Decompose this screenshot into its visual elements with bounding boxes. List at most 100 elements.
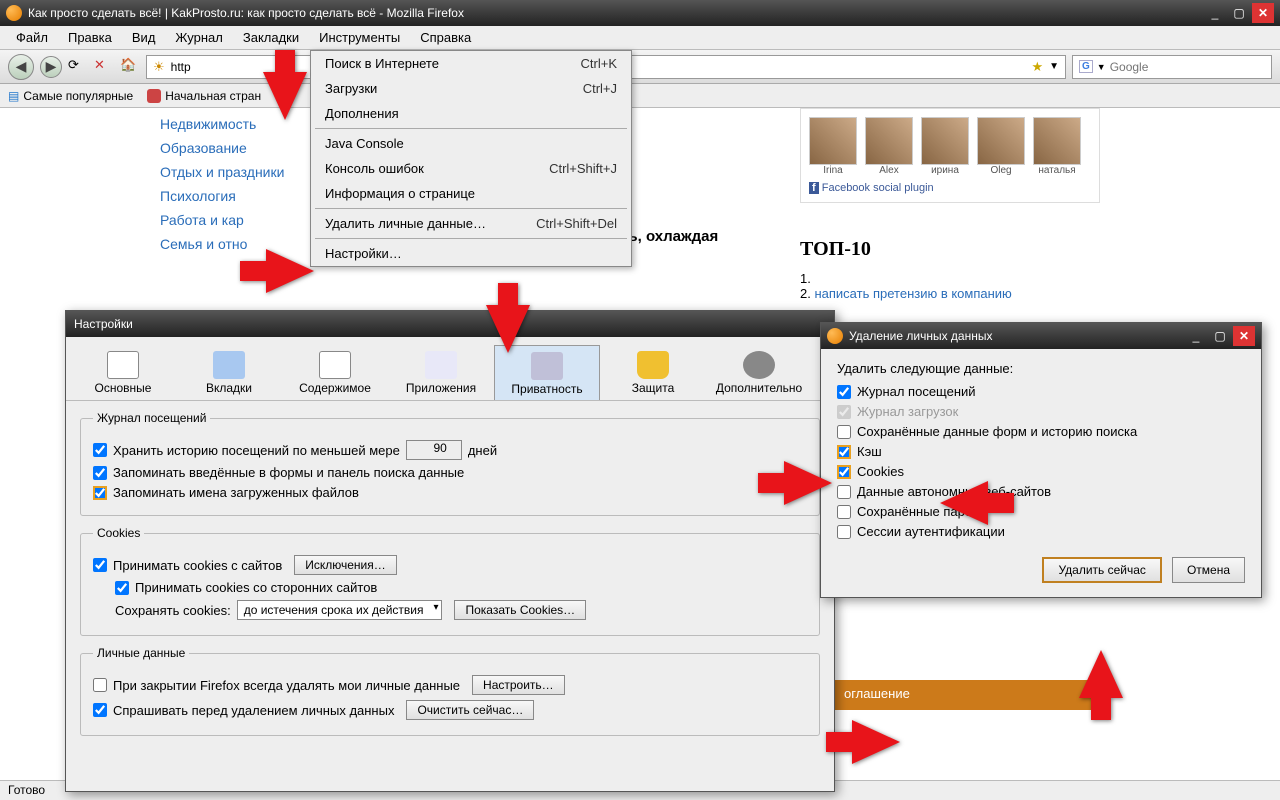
tutorial-arrow-icon (940, 481, 988, 525)
avatar[interactable]: Oleg (977, 117, 1025, 176)
exceptions-button[interactable]: Исключения… (294, 555, 397, 575)
cb-ask-before-clear[interactable] (93, 703, 107, 717)
settings-tabs: ОсновныеВкладкиСодержимоеПриложенияПрива… (66, 337, 834, 401)
settings-tab[interactable]: Приватность (494, 345, 600, 400)
menu-help[interactable]: Справка (410, 27, 481, 48)
bookmark-start-page[interactable]: Начальная стран (147, 89, 261, 103)
menu-item[interactable]: Дополнения (311, 101, 631, 126)
configure-button[interactable]: Настроить… (472, 675, 565, 695)
url-dropdown-icon[interactable]: ▼ (1049, 61, 1059, 72)
settings-tab[interactable]: Основные (70, 345, 176, 400)
clear-now-button[interactable]: Очистить сейчас… (406, 700, 534, 720)
cookies-fieldset: Cookies Принимать cookies с сайтов Исклю… (80, 526, 820, 636)
clear-data-checkbox[interactable] (837, 385, 851, 399)
private-data-fieldset: Личные данные При закрытии Firefox всегд… (80, 646, 820, 736)
menu-tools[interactable]: Инструменты (309, 27, 410, 48)
tab-icon (213, 351, 245, 379)
tab-icon (637, 351, 669, 379)
clear-data-checkbox (837, 405, 851, 419)
menu-item[interactable]: Удалить личные данные…Ctrl+Shift+Del (311, 211, 631, 236)
fb-plugin-label: f Facebook social plugin (809, 182, 1091, 194)
home-button[interactable]: 🏠 (120, 57, 140, 77)
cb-third-party-cookies[interactable] (115, 581, 129, 595)
bookmark-icon (147, 89, 161, 103)
cb-remember-downloads[interactable] (93, 486, 107, 500)
window-titlebar: Как просто сделать всё! | KakProsto.ru: … (0, 0, 1280, 26)
navigation-toolbar: ◀ ▶ ⟳ ✕ 🏠 ☀ ▼ G ▼ (0, 50, 1280, 84)
settings-tab[interactable]: Вкладки (176, 345, 282, 400)
cb-accept-cookies[interactable] (93, 558, 107, 572)
tab-icon (425, 351, 457, 379)
cb-store-history[interactable] (93, 443, 107, 457)
tutorial-arrow-icon (266, 249, 314, 293)
dialog-close-button[interactable]: ✕ (1233, 326, 1255, 346)
google-icon: G (1079, 60, 1093, 73)
window-title: Как просто сделать всё! | KakProsto.ru: … (28, 6, 1204, 20)
clear-data-checkbox[interactable] (837, 425, 851, 439)
clear-data-checkbox[interactable] (837, 525, 851, 539)
menu-history[interactable]: Журнал (165, 27, 232, 48)
menu-item[interactable]: ЗагрузкиCtrl+J (311, 76, 631, 101)
menu-item[interactable]: Java Console (311, 131, 631, 156)
tutorial-arrow-icon (263, 72, 307, 120)
forward-button[interactable]: ▶ (40, 56, 62, 78)
bookmark-most-visited[interactable]: ▤Самые популярные (8, 89, 133, 103)
clear-private-data-dialog: Удаление личных данных _ ▢ ✕ Удалить сле… (820, 322, 1262, 598)
dialog-heading: Удалить следующие данные: (837, 361, 1245, 376)
bookmark-star-icon[interactable] (1031, 59, 1043, 75)
menu-item[interactable]: Поиск в ИнтернетеCtrl+K (311, 51, 631, 76)
maximize-button[interactable]: ▢ (1228, 3, 1250, 23)
site-icon: ☀ (153, 59, 165, 75)
tab-icon (743, 351, 775, 379)
cancel-button[interactable]: Отмена (1172, 557, 1245, 583)
avatar[interactable]: Irina (809, 117, 857, 176)
menubar: Файл Правка Вид Журнал Закладки Инструме… (0, 26, 1280, 50)
search-input[interactable] (1110, 60, 1265, 74)
settings-window: Настройки ОсновныеВкладкиСодержимоеПрило… (65, 310, 835, 792)
clear-data-checkbox[interactable] (837, 505, 851, 519)
settings-tab[interactable]: Дополнительно (706, 345, 812, 400)
settings-tab[interactable]: Приложения (388, 345, 494, 400)
search-dropdown-icon[interactable]: ▼ (1097, 62, 1106, 72)
avatar[interactable]: наталья (1033, 117, 1081, 176)
clear-data-checkbox[interactable] (837, 485, 851, 499)
menu-bookmarks[interactable]: Закладки (233, 27, 309, 48)
firefox-icon (6, 5, 22, 21)
top10-link[interactable]: написать претензию в компанию (814, 286, 1011, 301)
reload-button[interactable]: ⟳ (68, 57, 88, 77)
orange-strip: оглашение (834, 680, 1106, 710)
history-fieldset: Журнал посещений Хранить историю посещен… (80, 411, 820, 516)
cb-remember-forms[interactable] (93, 466, 107, 480)
dialog-titlebar: Удаление личных данных _ ▢ ✕ (821, 323, 1261, 349)
facebook-widget: Irina Alex ирина Oleg наталья f Facebook… (800, 108, 1100, 203)
menu-view[interactable]: Вид (122, 27, 166, 48)
menu-item[interactable]: Информация о странице (311, 181, 631, 206)
tutorial-arrow-icon (784, 461, 832, 505)
menu-item[interactable]: Настройки… (311, 241, 631, 266)
cookie-keep-select[interactable]: до истечения срока их действия (237, 600, 443, 620)
settings-tab[interactable]: Защита (600, 345, 706, 400)
back-button[interactable]: ◀ (8, 54, 34, 80)
menu-edit[interactable]: Правка (58, 27, 122, 48)
settings-tab[interactable]: Содержимое (282, 345, 388, 400)
avatar[interactable]: Alex (865, 117, 913, 176)
tab-icon (107, 351, 139, 379)
show-cookies-button[interactable]: Показать Cookies… (454, 600, 586, 620)
dialog-minimize-button[interactable]: _ (1185, 326, 1207, 346)
search-bar[interactable]: G ▼ (1072, 55, 1272, 79)
history-days-input[interactable]: 90 (406, 440, 462, 460)
tutorial-arrow-icon (1079, 650, 1123, 698)
top10-title: ТОП-10 (800, 238, 1100, 261)
menu-item[interactable]: Консоль ошибокCtrl+Shift+J (311, 156, 631, 181)
avatar[interactable]: ирина (921, 117, 969, 176)
delete-now-button[interactable]: Удалить сейчас (1042, 557, 1161, 583)
dialog-maximize-button[interactable]: ▢ (1209, 326, 1231, 346)
menu-file[interactable]: Файл (6, 27, 58, 48)
cb-clear-on-close[interactable] (93, 678, 107, 692)
clear-data-checkbox[interactable] (837, 445, 851, 459)
minimize-button[interactable]: _ (1204, 3, 1226, 23)
stop-button[interactable]: ✕ (94, 57, 114, 77)
close-button[interactable]: ✕ (1252, 3, 1274, 23)
clear-data-checkbox[interactable] (837, 465, 851, 479)
top10-widget: ТОП-10 1. 2. написать претензию в компан… (800, 238, 1100, 301)
